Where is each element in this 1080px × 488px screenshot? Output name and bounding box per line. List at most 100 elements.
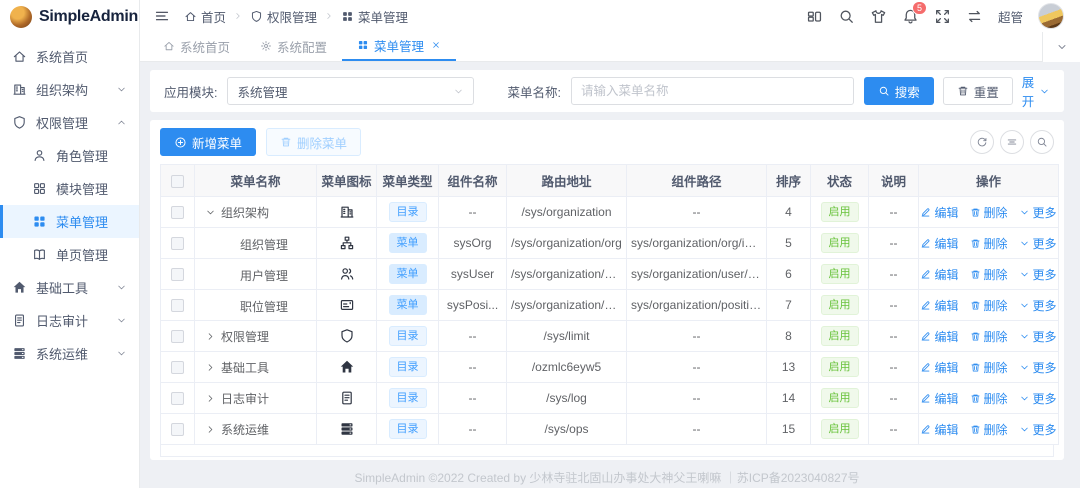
search-button[interactable]: 搜索 <box>863 77 934 105</box>
chev-down-icon <box>116 348 127 359</box>
delete-link[interactable]: 删除 <box>970 328 1008 345</box>
edit-link[interactable]: 编辑 <box>920 359 959 376</box>
edit-icon <box>920 424 931 435</box>
chev-down-icon <box>1019 238 1030 249</box>
tab-菜单管理[interactable]: 菜单管理 <box>342 31 457 61</box>
edit-link[interactable]: 编辑 <box>920 266 959 283</box>
edit-label: 编辑 <box>934 391 959 406</box>
row-checkbox[interactable] <box>171 299 184 313</box>
breadcrumb: 首页 权限管理 菜单管理 <box>184 7 408 26</box>
refresh-table-button[interactable] <box>970 130 994 154</box>
sidebar-item-权限管理[interactable]: 权限管理 <box>0 106 139 139</box>
theme-button[interactable] <box>870 8 887 25</box>
row-checkbox[interactable] <box>171 423 184 437</box>
delete-link[interactable]: 删除 <box>970 421 1008 438</box>
row-checkbox[interactable] <box>171 237 184 251</box>
more-label: 更多 <box>1032 360 1057 375</box>
fullscreen-button[interactable] <box>934 8 951 25</box>
expand-filter-link[interactable]: 展开 <box>1022 72 1050 110</box>
chev-right-icon[interactable] <box>205 362 216 373</box>
delete-link[interactable]: 删除 <box>970 266 1008 283</box>
chev-down-icon <box>1019 331 1030 342</box>
column-settings-button[interactable] <box>1000 130 1024 154</box>
select-all-checkbox[interactable] <box>171 174 184 188</box>
sidebar-item-日志审计[interactable]: 日志审计 <box>0 304 139 337</box>
edit-link[interactable]: 编辑 <box>920 297 959 314</box>
add-menu-label: 新增菜单 <box>192 136 243 151</box>
edit-link[interactable]: 编辑 <box>920 390 959 407</box>
more-link[interactable]: 更多 <box>1019 266 1057 283</box>
module-select[interactable]: 系统管理 <box>227 77 475 105</box>
refresh-icon <box>976 136 988 148</box>
sidebar-item-系统运维[interactable]: 系统运维 <box>0 337 139 370</box>
delete-link[interactable]: 删除 <box>970 297 1008 314</box>
tab-系统配置[interactable]: 系统配置 <box>245 31 342 61</box>
delete-menu-button[interactable]: 删除菜单 <box>266 128 362 156</box>
more-link[interactable]: 更多 <box>1019 359 1057 376</box>
sidebar-item-菜单管理[interactable]: 菜单管理 <box>0 205 139 238</box>
chev-down-icon <box>1019 393 1030 404</box>
reset-button[interactable]: 重置 <box>942 77 1013 105</box>
sidebar-item-基础工具[interactable]: 基础工具 <box>0 271 139 304</box>
row-checkbox[interactable] <box>171 206 184 220</box>
table-search-button[interactable] <box>1030 130 1054 154</box>
row-checkbox[interactable] <box>171 330 184 344</box>
description: -- <box>868 320 919 352</box>
grid-filled-icon <box>32 214 47 229</box>
sidebar-item-角色管理[interactable]: 角色管理 <box>0 139 139 172</box>
menu-type-tag: 目录 <box>388 419 427 439</box>
sidebar-item-单页管理[interactable]: 单页管理 <box>0 238 139 271</box>
edit-link[interactable]: 编辑 <box>920 235 959 252</box>
chev-right-icon[interactable] <box>205 331 216 342</box>
more-link[interactable]: 更多 <box>1019 235 1057 252</box>
collapse-menu-icon[interactable] <box>154 8 170 24</box>
more-link[interactable]: 更多 <box>1019 421 1057 438</box>
edit-link[interactable]: 编辑 <box>920 421 959 438</box>
topbar: 首页 权限管理 菜单管理 5 超管 <box>140 0 1080 32</box>
row-checkbox[interactable] <box>171 392 184 406</box>
row-checkbox[interactable] <box>171 268 184 282</box>
main-column: 首页 权限管理 菜单管理 5 超管 系统首页 系统配置 菜单管理 应用模块: 系统管理 菜… <box>140 0 1080 488</box>
building-icon <box>12 82 27 97</box>
breadcrumb-item[interactable]: 首页 <box>184 7 226 26</box>
delete-link[interactable]: 删除 <box>970 390 1008 407</box>
breadcrumb-item[interactable]: 权限管理 <box>250 7 317 26</box>
menu-name-input[interactable] <box>571 77 854 105</box>
grid-filled-icon <box>341 10 354 23</box>
notification-badge: 5 <box>911 0 927 15</box>
menu-name: 系统运维 <box>221 422 270 437</box>
tab-label: 系统配置 <box>277 40 328 55</box>
breadcrumb-item[interactable]: 菜单管理 <box>341 7 408 26</box>
component-path: -- <box>626 351 767 383</box>
sidebar-item-label: 单页管理 <box>56 248 109 263</box>
add-menu-button[interactable]: 新增菜单 <box>160 128 257 156</box>
chev-down-icon[interactable] <box>205 207 216 218</box>
row-checkbox[interactable] <box>171 361 184 375</box>
app-layout-button[interactable] <box>806 8 823 25</box>
delete-link[interactable]: 删除 <box>970 235 1008 252</box>
delete-link[interactable]: 删除 <box>970 204 1008 221</box>
edit-link[interactable]: 编辑 <box>920 328 959 345</box>
more-link[interactable]: 更多 <box>1019 297 1057 314</box>
sidebar-item-组织架构[interactable]: 组织架构 <box>0 73 139 106</box>
global-search-button[interactable] <box>838 8 855 25</box>
switch-button[interactable] <box>966 8 983 25</box>
more-link[interactable]: 更多 <box>1019 328 1057 345</box>
more-link[interactable]: 更多 <box>1019 204 1057 221</box>
close-icon[interactable] <box>431 40 441 50</box>
edit-link[interactable]: 编辑 <box>920 204 959 221</box>
more-link[interactable]: 更多 <box>1019 390 1057 407</box>
menu-type-tag: 菜单 <box>388 295 427 315</box>
trash-icon <box>970 207 981 218</box>
tab-系统首页[interactable]: 系统首页 <box>148 31 245 61</box>
user-avatar[interactable] <box>1038 3 1064 29</box>
chev-right-icon[interactable] <box>205 393 216 404</box>
sidebar-item-系统首页[interactable]: 系统首页 <box>0 40 139 73</box>
component-path: sys/organization/position/index <box>626 289 767 321</box>
edit-label: 编辑 <box>934 329 959 344</box>
chev-right-icon[interactable] <box>205 424 216 435</box>
sidebar-item-模块管理[interactable]: 模块管理 <box>0 172 139 205</box>
tab-list-dropdown-button[interactable] <box>1042 32 1080 62</box>
notifications-button[interactable]: 5 <box>902 0 927 25</box>
delete-link[interactable]: 删除 <box>970 359 1008 376</box>
